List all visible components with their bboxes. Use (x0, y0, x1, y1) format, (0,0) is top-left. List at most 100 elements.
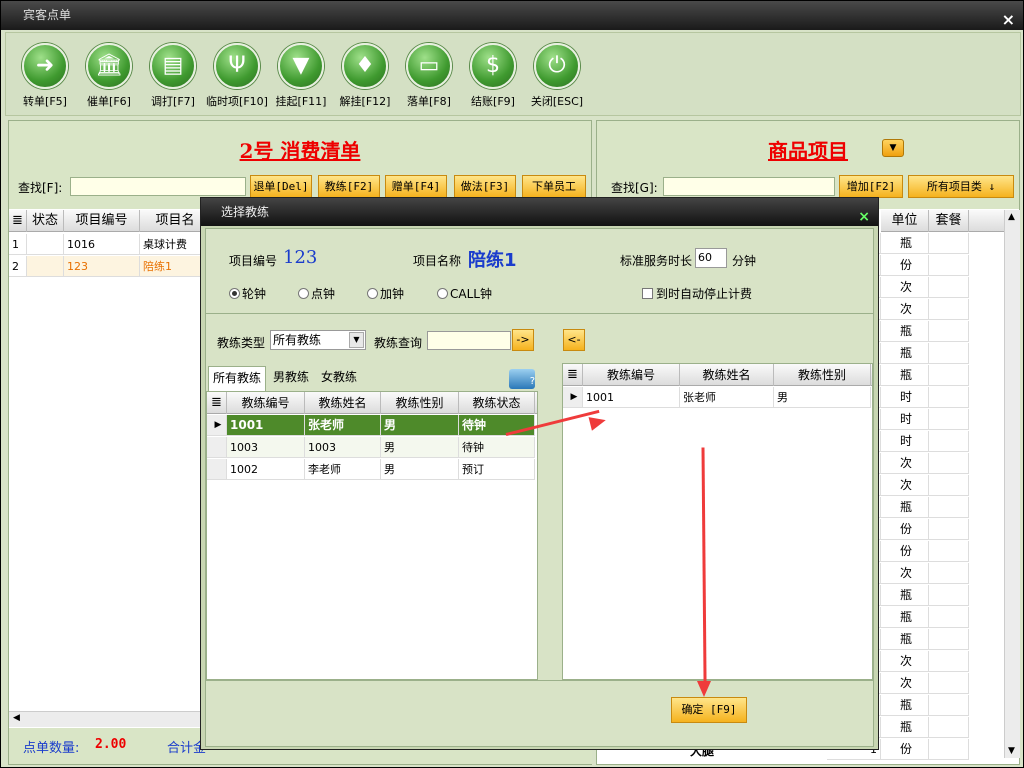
col-unit[interactable]: 单位 (881, 210, 929, 232)
row-unit: 份 (881, 255, 929, 276)
toolbar-button-5[interactable]: ♦ 解挂[F12] (333, 41, 397, 109)
grid-menu-icon[interactable]: ≣ (9, 210, 27, 232)
col-status[interactable]: 状态 (27, 210, 64, 232)
row-unit: 次 (881, 651, 929, 672)
toolbar-button-1[interactable]: 🏛 催单[F6] (77, 41, 141, 109)
row-cell: 男 (774, 387, 871, 408)
radio-dianzhong[interactable]: 点钟 (298, 285, 335, 302)
row-package (929, 563, 969, 584)
scroll-left-icon[interactable]: ◀ (13, 713, 20, 723)
toolbar-button-3[interactable]: Ψ 临时项[F10] (205, 41, 269, 109)
category-button[interactable]: 所有项目类 ↓ (908, 175, 1014, 198)
chevron-down-icon[interactable]: ▼ (349, 332, 364, 348)
col-header[interactable]: 教练编号 (227, 392, 305, 414)
add-button[interactable]: 增加[F2] (839, 175, 903, 198)
cutlery-icon: Ψ (214, 43, 260, 89)
row-unit: 瓶 (881, 497, 929, 518)
dialog-close-icon[interactable]: × (858, 203, 870, 231)
tab-female[interactable]: 女教练 (317, 366, 361, 388)
toolbar-button-0[interactable]: ➜ 转单[F5] (13, 41, 77, 109)
toolbar-button-label: 转单[F5] (23, 95, 67, 108)
col-header[interactable]: 教练编号 (583, 364, 680, 386)
row-unit: 瓶 (881, 585, 929, 606)
grid-menu-icon[interactable]: ≣ (563, 364, 583, 386)
dialog-title: 选择教练 (221, 205, 270, 219)
scroll-up-icon[interactable]: ▲ (1008, 212, 1015, 222)
row-indicator-icon: ▶ (563, 387, 583, 408)
chevron-down-icon[interactable]: ▼ (882, 139, 904, 157)
toolbar-button-4[interactable]: ▼ 挂起[F11] (269, 41, 333, 109)
col-code[interactable]: 项目编号 (64, 210, 140, 232)
row-unit: 份 (881, 519, 929, 540)
dollar-icon: $ (470, 43, 516, 89)
search-input[interactable] (70, 177, 246, 196)
row-cell: 张老师 (680, 387, 774, 408)
col-package[interactable]: 套餐 (929, 210, 969, 232)
coach-button[interactable]: 教练[F2] (318, 175, 380, 198)
toolbar-button-8[interactable]: ⏻ 关闭[ESC] (525, 41, 589, 109)
col-header[interactable]: 教练性别 (774, 364, 871, 386)
document-icon: ▤ (150, 43, 196, 89)
type-select[interactable]: 所有教练 ▼ (270, 330, 366, 350)
method-button[interactable]: 做法[F3] (454, 175, 516, 198)
tab-all[interactable]: 所有教练 (208, 366, 267, 391)
add-coach-icon[interactable]: -> (512, 329, 534, 351)
consumption-title: 2号 消费清单 (239, 139, 361, 163)
order-staff-button[interactable]: 下单员工 (522, 175, 586, 198)
radio-lunzhong[interactable]: 轮钟 (229, 285, 266, 302)
radio-call[interactable]: CALL钟 (437, 285, 492, 302)
row-package (929, 299, 969, 320)
grid-menu-icon[interactable]: ≣ (207, 392, 227, 414)
scroll-down-icon[interactable]: ▼ (1008, 746, 1015, 756)
row-cell: 待钟 (459, 437, 535, 458)
toolbar-button-7[interactable]: $ 结账[F9] (461, 41, 525, 109)
code-label: 项目编号 (229, 254, 278, 268)
row-unit: 次 (881, 299, 929, 320)
col-header[interactable]: 教练状态 (459, 392, 535, 414)
row-package (929, 387, 969, 408)
coach-list: ≣ 教练编号 教练姓名 教练性别 教练状态 ▶ 1001 张老师男待钟 1003 1003 男待钟 1… (206, 391, 538, 680)
toolbar-button-label: 结账[F9] (471, 95, 515, 108)
col-header[interactable]: 教练性别 (381, 392, 459, 414)
window-titlebar: 宾客点单 × (1, 1, 1023, 30)
row-cell: 待钟 (459, 415, 535, 436)
query-input[interactable] (427, 331, 511, 350)
tab-male[interactable]: 男教练 (269, 366, 313, 388)
row-unit: 次 (881, 453, 929, 474)
row-package (929, 409, 969, 430)
row-unit: 瓶 (881, 629, 929, 650)
checkbox-label: 到时自动停止计费 (656, 287, 753, 301)
row-code: 123 (64, 256, 140, 277)
help-monitor-icon[interactable]: ? (509, 369, 535, 389)
row-unit: 瓶 (881, 365, 929, 386)
row-package (929, 233, 969, 254)
col-header[interactable]: 教练姓名 (680, 364, 774, 386)
selected-coach-list: ≣ 教练编号 教练姓名 教练性别 ▶ 1001 张老师男 (562, 363, 873, 680)
row-package (929, 717, 969, 738)
product-search-input[interactable] (663, 177, 835, 196)
duration-input[interactable]: 60 (695, 248, 727, 268)
row-unit: 次 (881, 475, 929, 496)
row-package (929, 321, 969, 342)
dialog-body: 项目编号 123 项目名称 陪练1 标准服务时长 60 分钟 轮钟 点钟 加钟 … (205, 228, 874, 747)
row-cell: 1001 (227, 415, 305, 436)
row-unit: 份 (881, 739, 929, 760)
gift-button[interactable]: 赠单[F4] (385, 175, 447, 198)
vertical-scrollbar[interactable]: ▲ ▼ (1004, 210, 1020, 758)
row-package (929, 629, 969, 650)
row-package (929, 695, 969, 716)
refund-button[interactable]: 退单[Del] (250, 175, 312, 198)
auto-stop-checkbox[interactable]: 到时自动停止计费 (642, 285, 752, 302)
row-cell: 张老师 (305, 415, 381, 436)
row-unit: 次 (881, 673, 929, 694)
row-package (929, 431, 969, 452)
toolbar-button-2[interactable]: ▤ 调打[F7] (141, 41, 205, 109)
toolbar: ➜ 转单[F5] 🏛 催单[F6] ▤ 调打[F7] Ψ 临时项[F10] ▼ 挂起[F11] ♦ 解… (5, 32, 1021, 116)
radio-jiazhong[interactable]: 加钟 (367, 285, 404, 302)
close-icon[interactable]: × (1002, 5, 1015, 34)
confirm-button[interactable]: 确定 [F9] (671, 697, 747, 723)
tie-icon: ▼ (278, 43, 324, 89)
remove-coach-icon[interactable]: <- (563, 329, 585, 351)
toolbar-button-6[interactable]: ▭ 落单[F8] (397, 41, 461, 109)
col-header[interactable]: 教练姓名 (305, 392, 381, 414)
